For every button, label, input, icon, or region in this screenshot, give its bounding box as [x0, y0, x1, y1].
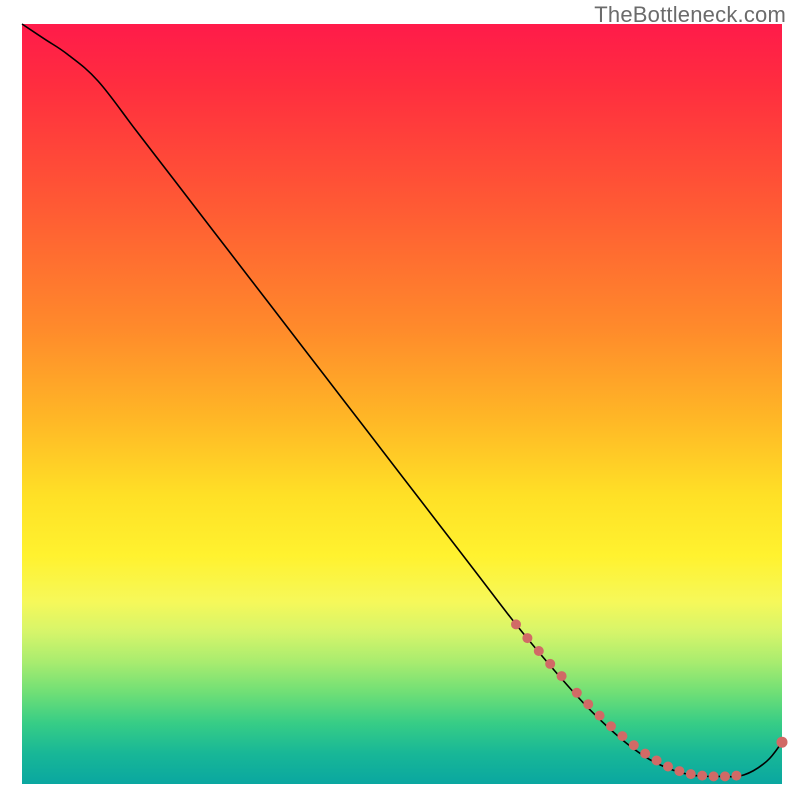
curve-marker [557, 671, 567, 681]
marker-group [511, 619, 788, 781]
curve-marker [709, 771, 719, 781]
plot-area [22, 24, 782, 784]
frame-edge [782, 0, 800, 800]
curve-marker [595, 711, 605, 721]
curve-marker [572, 688, 582, 698]
watermark-label: TheBottleneck.com [594, 2, 786, 28]
curve-marker [617, 731, 627, 741]
chart-container: TheBottleneck.com [0, 0, 800, 800]
curve-marker [652, 755, 662, 765]
curve-marker [640, 749, 650, 759]
chart-overlay-svg [22, 24, 782, 784]
curve-marker [511, 619, 521, 629]
curve-marker [731, 771, 741, 781]
curve-marker [697, 771, 707, 781]
curve-marker [629, 740, 639, 750]
bottleneck-curve-line [22, 24, 782, 777]
curve-marker [522, 633, 532, 643]
curve-marker [686, 769, 696, 779]
curve-marker [545, 659, 555, 669]
curve-marker [583, 699, 593, 709]
curve-marker [534, 646, 544, 656]
frame-edge [0, 0, 22, 800]
curve-marker [674, 766, 684, 776]
curve-marker [606, 721, 616, 731]
curve-marker [720, 771, 730, 781]
frame-edge [0, 784, 800, 800]
curve-marker [663, 762, 673, 772]
curve-marker [777, 737, 788, 748]
